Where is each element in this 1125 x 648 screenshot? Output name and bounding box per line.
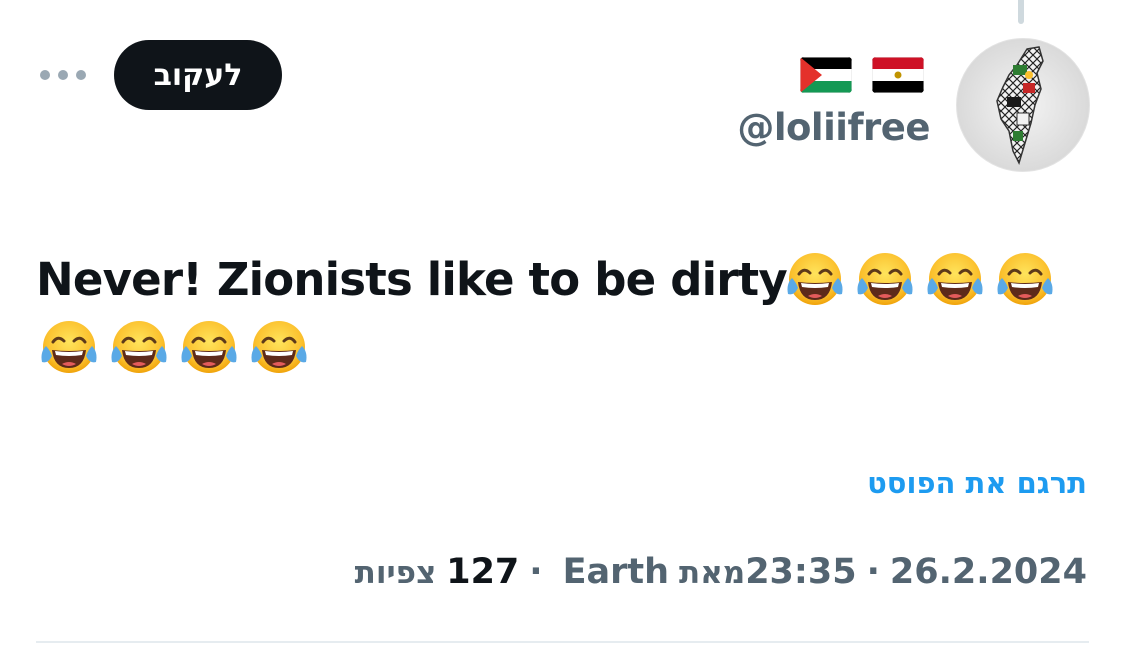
tweet-meta: 26.2.2024 · 23:35 מאת Earth · 127 צפיות [355,552,1087,592]
user-handle[interactable]: @loliifree [737,106,930,149]
emoji-row-1 [784,248,1064,312]
face-with-tears-of-joy-icon [38,316,100,378]
follow-button[interactable]: לעקוב [114,40,282,110]
more-options-icon[interactable] [40,60,86,90]
avatar[interactable] [956,38,1090,172]
face-with-tears-of-joy-icon [784,248,846,310]
from-label: מאת [679,555,746,591]
face-with-tears-of-joy-icon [178,316,240,378]
tweet-text-content: Never! Zionists like to be dirty [36,253,788,306]
post-location[interactable]: Earth [563,552,669,592]
palestine-flag-icon [800,57,852,93]
post-date[interactable]: 26.2.2024 [890,552,1087,592]
post-time[interactable]: 23:35 [745,552,856,592]
emoji-row-2 [38,316,318,380]
face-with-tears-of-joy-icon [108,316,170,378]
tweet-detail: @loliifree לעקוב Never! Zionists like to… [0,0,1125,648]
egypt-flag-icon [872,57,924,93]
meta-separator: · [529,552,543,592]
avatar-map-image [996,46,1044,166]
face-with-tears-of-joy-icon [994,248,1056,310]
meta-separator: · [866,552,880,592]
views-label: צפיות [354,555,437,591]
views-count[interactable]: 127 [446,552,519,592]
face-with-tears-of-joy-icon [854,248,916,310]
translate-post-link[interactable]: תרגם את הפוסט [867,466,1087,500]
divider [36,641,1089,643]
face-with-tears-of-joy-icon [248,316,310,378]
thread-connector-line [1018,0,1024,24]
face-with-tears-of-joy-icon [924,248,986,310]
